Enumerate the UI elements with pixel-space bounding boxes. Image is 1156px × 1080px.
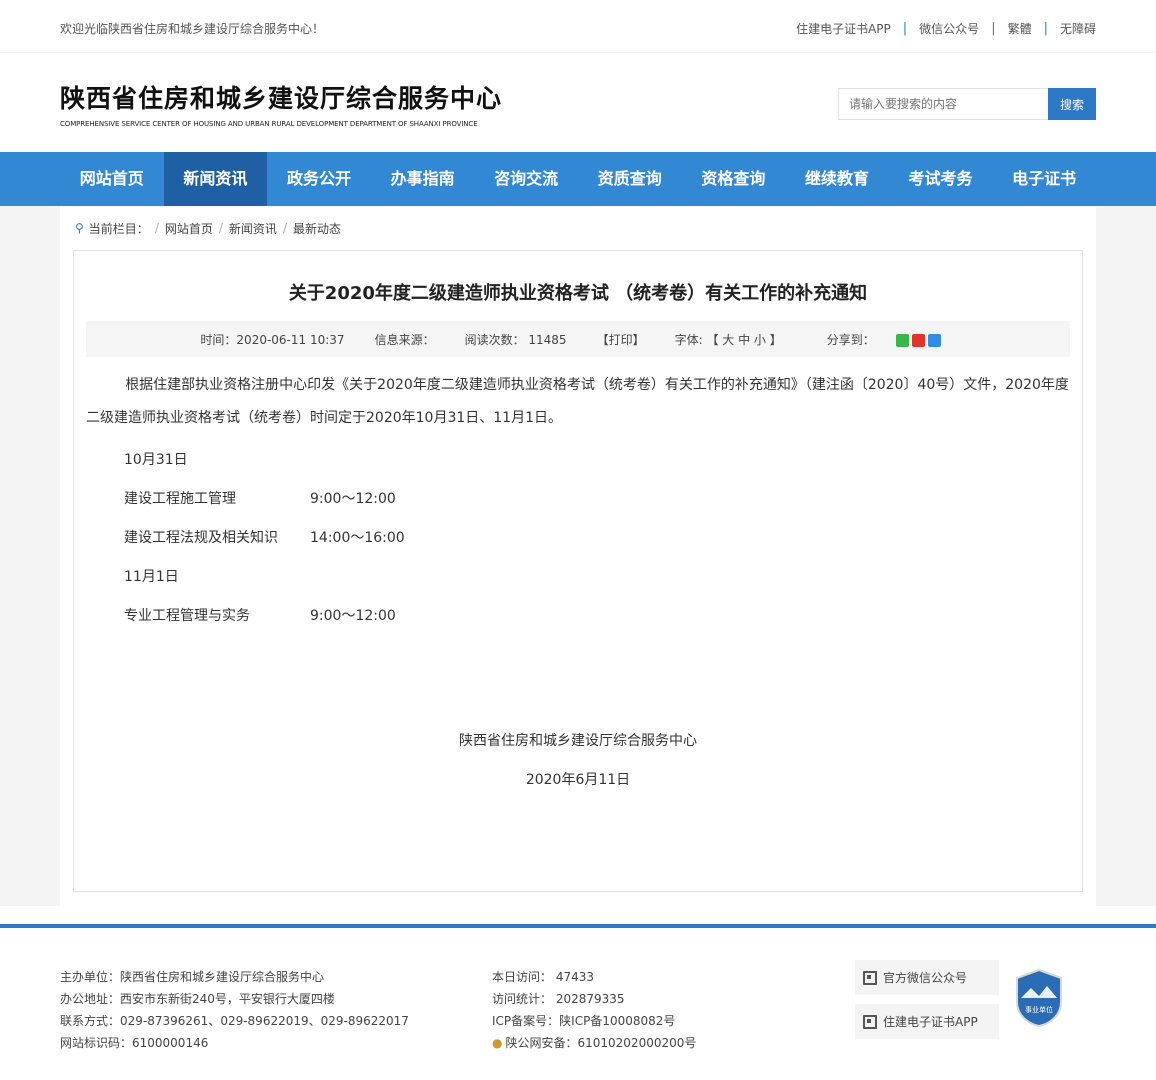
qr-code-icon — [863, 1014, 877, 1029]
link-separator: | — [902, 20, 908, 36]
top-links: 住建电子证书APP | 微信公众号 | 繁體 | 无障碍 — [796, 20, 1096, 37]
footer-info: 主办单位：陕西省住房和城乡建设厅综合服务中心 办公地址：西安市东新街240号，平… — [60, 966, 492, 1054]
share-bar: 分享到： — [812, 331, 956, 348]
exam-time: 9:00～12:00 — [310, 608, 396, 624]
accessibility-link[interactable]: 无障碍 — [1060, 20, 1096, 37]
welcome-text: 欢迎光临陕西省住房和城乡建设厅综合服务中心！ — [60, 21, 325, 36]
signoff-date: 2020年6月11日 — [525, 772, 631, 788]
top-bar: 欢迎光临陕西省住房和城乡建设厅综合服务中心！ 住建电子证书APP | 微信公众号… — [0, 0, 1156, 52]
site-header: 陕西省住房和城乡建设厅综合服务中心 COMPREHENSIVE SERVICE … — [0, 52, 1156, 152]
schedule-row: 建设工程法规及相关知识 14:00～16:00 — [86, 519, 1070, 558]
article-meta: 时间：2020-06-11 10:37 信息来源： 阅读次数： 11485 【打… — [86, 321, 1070, 357]
exam-time: 9:00～12:00 — [310, 491, 396, 507]
breadcrumb-latest[interactable]: 最新动态 — [293, 220, 341, 237]
signoff-org: 陕西省住房和城乡建设厅综合服务中心 — [459, 733, 697, 749]
signoff: 陕西省住房和城乡建设厅综合服务中心 2020年6月11日 — [86, 722, 1070, 800]
view-count: 阅读次数： 11485 — [464, 332, 567, 347]
nav-item-credential-query[interactable]: 资格查询 — [682, 152, 786, 206]
breadcrumb-news[interactable]: 新闻资讯 — [229, 220, 277, 237]
today-visits: 本日访问： 47433 — [492, 970, 594, 984]
app-link[interactable]: 住建电子证书APP — [796, 20, 891, 37]
footer-site-id: 网站标识码：6100000146 — [60, 1036, 209, 1050]
more-share-icon[interactable] — [927, 333, 941, 347]
wechat-qr-button[interactable]: 官方微信公众号 — [855, 960, 999, 995]
nav-item-education[interactable]: 继续教育 — [785, 152, 889, 206]
qr-buttons: 官方微信公众号 住建电子证书APP — [855, 960, 999, 1054]
site-footer: 主办单位：陕西省住房和城乡建设厅综合服务中心 办公地址：西安市东新街240号，平… — [0, 924, 1156, 1080]
font-size-selector[interactable]: 字体: 【 大 中 小 】 — [675, 331, 782, 348]
link-separator: | — [1043, 20, 1048, 36]
nav-item-gov-affairs[interactable]: 政务公开 — [267, 152, 371, 206]
search-box: 搜索 — [838, 88, 1096, 120]
site-logo[interactable]: 陕西省住房和城乡建设厅综合服务中心 COMPREHENSIVE SERVICE … — [60, 79, 502, 128]
badge-text: 事业单位 — [1025, 1005, 1053, 1014]
exam-day-1: 10月31日 — [124, 452, 188, 468]
location-pin-icon: ⚲ — [75, 221, 84, 235]
article-paragraph: 根据住建部执业资格注册中心印发《关于2020年度二级建造师执业资格考试（统考卷）… — [86, 377, 1069, 426]
article: 关于2020年度二级建造师执业资格考试 （统考卷）有关工作的补充通知 时间：20… — [73, 250, 1083, 892]
share-label: 分享到： — [826, 332, 875, 347]
breadcrumb: ⚲ 当前栏目： / 网站首页 / 新闻资讯 / 最新动态 — [75, 220, 341, 237]
exam-day-2: 11月1日 — [124, 569, 179, 585]
qr-code-icon — [863, 970, 877, 985]
article-title: 关于2020年度二级建造师执业资格考试 （统考卷）有关工作的补充通知 — [288, 283, 868, 304]
nav-item-news[interactable]: 新闻资讯 — [163, 152, 268, 206]
public-institution-badge[interactable]: 事业单位 — [1013, 968, 1065, 1028]
nav-item-guide[interactable]: 办事指南 — [371, 152, 475, 206]
exam-time: 14:00～16:00 — [310, 530, 405, 546]
print-button[interactable]: 【打印】 — [597, 331, 645, 348]
article-body: 根据住建部执业资格注册中心印发《关于2020年度二级建造师执业资格考试（统考卷）… — [86, 369, 1070, 800]
main-nav: 网站首页 新闻资讯 政务公开 办事指南 咨询交流 资质查询 资格查询 继续教育 … — [0, 152, 1156, 206]
footer-contact: 联系方式：029-87396261、029-89622019、029-89622… — [60, 1014, 409, 1028]
search-input[interactable] — [838, 88, 1048, 120]
site-title: 陕西省住房和城乡建设厅综合服务中心 — [60, 83, 503, 113]
exam-subject: 建设工程法规及相关知识 — [124, 530, 278, 546]
footer-stats: 本日访问： 47433 访问统计： 202879335 ICP备案号：陕ICP备… — [492, 966, 855, 1054]
publish-time: 时间：2020-06-11 10:37 — [200, 332, 345, 347]
total-visits: 访问统计： 202879335 — [492, 992, 625, 1006]
breadcrumb-home[interactable]: 网站首页 — [165, 220, 213, 237]
nav-item-exams[interactable]: 考试考务 — [889, 152, 993, 206]
police-record[interactable]: ● 陕公网安备：61010202000200号 — [492, 1032, 855, 1054]
nav-item-qualification-query[interactable]: 资质查询 — [578, 152, 682, 206]
wechat-share-icon[interactable] — [895, 333, 909, 347]
footer-organizer: 主办单位：陕西省住房和城乡建设厅综合服务中心 — [60, 970, 325, 984]
main-area: ⚲ 当前栏目： / 网站首页 / 新闻资讯 / 最新动态 关于2020年度二级建… — [0, 206, 1156, 906]
nav-item-consult[interactable]: 咨询交流 — [474, 152, 578, 206]
schedule-row: 专业工程管理与实务 9:00～12:00 — [86, 597, 1070, 636]
nav-item-e-certificate[interactable]: 电子证书 — [992, 152, 1096, 206]
exam-subject: 建设工程施工管理 — [124, 491, 236, 507]
nav-item-home[interactable]: 网站首页 — [60, 152, 164, 206]
exam-subject: 专业工程管理与实务 — [124, 608, 250, 624]
link-separator: | — [991, 20, 996, 36]
footer-address: 办公地址：西安市东新街240号，平安银行大厦四楼 — [60, 992, 335, 1006]
weibo-share-icon[interactable] — [911, 333, 925, 347]
info-source: 信息来源： — [374, 332, 435, 347]
schedule-row: 建设工程施工管理 9:00～12:00 — [86, 480, 1070, 519]
app-qr-button[interactable]: 住建电子证书APP — [855, 1004, 999, 1039]
search-button[interactable]: 搜索 — [1048, 88, 1096, 120]
icp-record[interactable]: ICP备案号：陕ICP备10008082号 — [492, 1010, 855, 1032]
wechat-link[interactable]: 微信公众号 — [919, 20, 979, 37]
site-subtitle: COMPREHENSIVE SERVICE CENTER OF HOUSING … — [60, 119, 478, 128]
breadcrumb-label: 当前栏目： — [88, 221, 149, 236]
police-badge-icon: ● — [492, 1036, 503, 1050]
traditional-chinese-link[interactable]: 繁體 — [1008, 20, 1032, 37]
